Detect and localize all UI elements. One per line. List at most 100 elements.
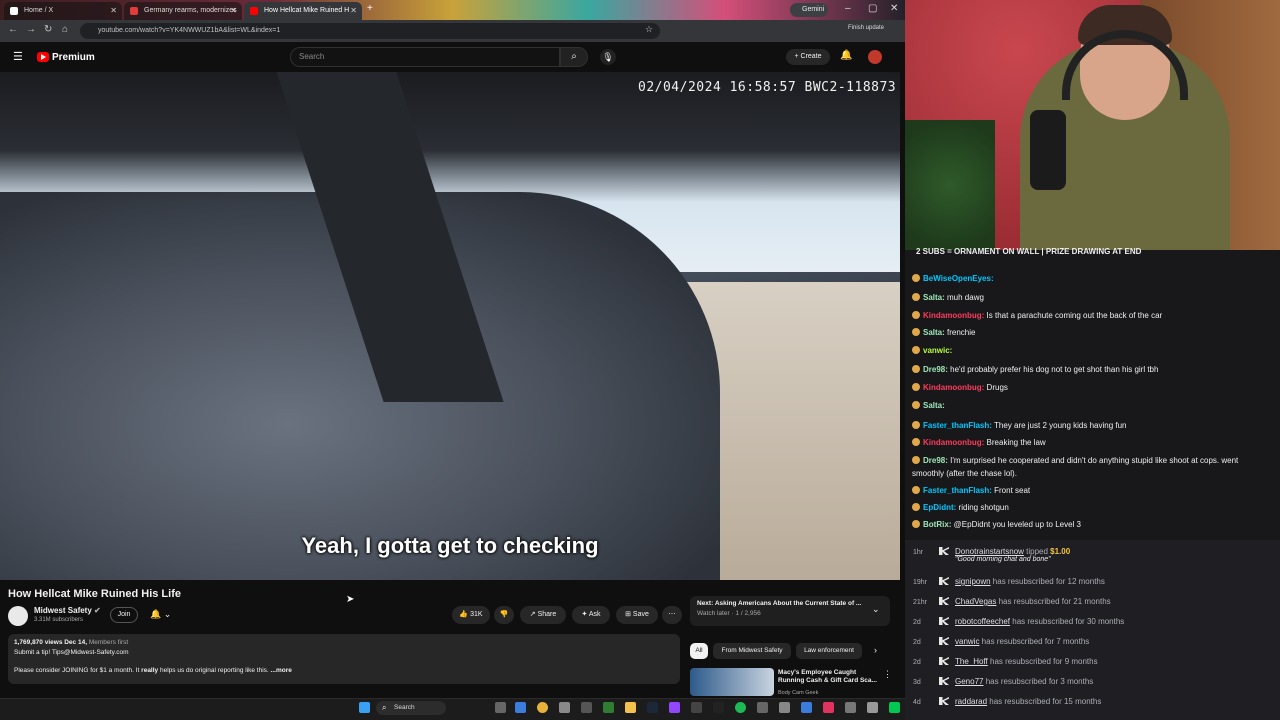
app-icon[interactable] [581, 702, 592, 713]
search-input[interactable]: Search [290, 47, 560, 67]
event-text: has resubscribed for 3 months [983, 677, 1094, 686]
chip-from-midwest-safety[interactable]: From Midwest Safety [713, 643, 791, 659]
taskbar-search-label: Search [394, 704, 415, 711]
chat-username[interactable]: Kindamoonbug: [923, 311, 984, 320]
dislike-icon[interactable]: 👎 [494, 606, 514, 624]
app-icon[interactable] [559, 702, 570, 713]
steam-icon[interactable] [647, 702, 658, 713]
chat-username[interactable]: BotRix: [923, 520, 951, 529]
close-tab-icon[interactable]: ✕ [350, 2, 357, 20]
chat-username[interactable]: Dre98: [923, 365, 948, 374]
chat-username[interactable]: Faster_thanFlash: [923, 421, 992, 430]
chrome-icon[interactable] [537, 702, 548, 713]
subscribed-bell-icon[interactable]: 🔔 ⌄ [150, 609, 171, 620]
chevron-down-icon[interactable]: ⌄ [872, 604, 880, 615]
notifications-bell-icon[interactable]: 🔔 [840, 50, 852, 61]
chip-all[interactable]: All [690, 643, 708, 659]
chat-username[interactable]: Kindamoonbug: [923, 383, 984, 392]
finish-update-button[interactable]: Finish update [848, 25, 884, 31]
event-username[interactable]: Donotrainstartsnow [955, 547, 1024, 556]
tab-hellcat-mike[interactable]: How Hellcat Mike Ruined H ✕ [244, 2, 362, 20]
chat-username[interactable]: vanwic: [923, 346, 952, 355]
chat-username[interactable]: Salta: [923, 401, 945, 410]
event-username[interactable]: ChadVegas [955, 597, 996, 606]
event-username[interactable]: vanwic [955, 637, 979, 646]
app-icon[interactable] [691, 702, 702, 713]
close-tab-icon[interactable]: ✕ [110, 2, 117, 20]
chat-username[interactable]: Salta: [923, 293, 945, 302]
share-button[interactable]: ↗ Share [520, 606, 566, 624]
forward-icon[interactable]: → [26, 24, 36, 35]
chat-username[interactable]: Dre98: [923, 456, 948, 465]
account-avatar[interactable] [868, 50, 882, 64]
menu-icon[interactable]: ☰ [13, 50, 23, 63]
event-username[interactable]: raddarad [955, 697, 987, 706]
app-icon[interactable] [823, 702, 834, 713]
chat-username[interactable]: BeWiseOpenEyes: [923, 274, 994, 283]
event-username[interactable]: signipown [955, 577, 991, 586]
next-in-playlist[interactable]: Next: Asking Americans About the Current… [690, 596, 890, 626]
channel-name[interactable]: Midwest Safety ✔ [34, 606, 101, 615]
app-icon[interactable] [757, 702, 768, 713]
file-explorer-icon[interactable] [625, 702, 636, 713]
close-window-icon[interactable]: ✕ [890, 3, 898, 14]
save-button[interactable]: ⊞ Save [616, 606, 658, 624]
chat-username[interactable]: Kindamoonbug: [923, 438, 984, 447]
tab-germany-rearms[interactable]: Germany rearms, modernizes ✕ [124, 2, 242, 20]
app-icon[interactable] [669, 702, 680, 713]
spotify-icon[interactable] [735, 702, 746, 713]
app-icon[interactable] [867, 702, 878, 713]
obs-icon[interactable] [713, 702, 724, 713]
recommended-title[interactable]: Macy's Employee Caught Running Cash & Gi… [778, 669, 883, 685]
chat-username[interactable]: Salta: [923, 328, 945, 337]
youtube-favicon-icon [130, 7, 138, 15]
chevron-right-icon[interactable]: › [874, 645, 877, 655]
app-icon[interactable] [845, 702, 856, 713]
new-tab-icon[interactable]: + [367, 3, 373, 14]
event-age: 4d [913, 699, 921, 706]
chat-username[interactable]: Faster_thanFlash: [923, 486, 992, 495]
address-bar[interactable]: youtube.com/watch?v=YK4NWWUZ1bA&list=WL&… [80, 23, 660, 39]
app-icon[interactable] [889, 702, 900, 713]
like-button[interactable]: 👍 31K [452, 606, 490, 624]
event-username[interactable]: Geno77 [955, 677, 983, 686]
event-username[interactable]: The_Hoff [955, 657, 988, 666]
event-text: has resubscribed for 9 months [987, 657, 1098, 666]
show-more-link[interactable]: ...more [271, 667, 292, 674]
edge-icon[interactable] [515, 702, 526, 713]
maximize-icon[interactable]: ▢ [868, 3, 877, 14]
finish-update-label: Finish update [848, 25, 885, 31]
more-actions-icon[interactable]: ⋯ [662, 606, 682, 624]
recommended-thumbnail[interactable] [690, 668, 774, 696]
youtube-logo-icon[interactable] [37, 52, 49, 62]
search-icon[interactable]: ⌕ [560, 47, 588, 67]
task-view-icon[interactable] [495, 702, 506, 713]
chip-law-enforcement[interactable]: Law enforcement [796, 643, 862, 659]
channel-avatar[interactable] [8, 606, 28, 626]
app-icon[interactable] [603, 702, 614, 713]
tab-home-x[interactable]: Home / X ✕ [4, 2, 122, 20]
back-icon[interactable]: ← [8, 24, 18, 35]
create-button[interactable]: + Create [786, 49, 830, 65]
close-tab-icon[interactable]: ✕ [230, 2, 237, 20]
home-icon[interactable]: ⌂ [62, 24, 68, 35]
bookmark-star-icon[interactable]: ☆ [645, 24, 653, 35]
chat-username[interactable]: EpDidnt: [923, 503, 956, 512]
app-icon[interactable] [779, 702, 790, 713]
chat-text: smoothly (after the chase lol). [912, 469, 1017, 478]
windows-start-icon[interactable] [359, 702, 370, 713]
taskbar-search[interactable]: Search [376, 701, 446, 715]
ask-button[interactable]: ✦ Ask [572, 606, 610, 624]
youtube-premium-logo[interactable]: Premium [52, 52, 95, 63]
app-icon[interactable] [801, 702, 812, 713]
kick-icon [939, 577, 949, 585]
video-player[interactable] [0, 72, 900, 580]
event-username[interactable]: robotcoffeechef [955, 617, 1010, 626]
minimize-icon[interactable]: – [845, 3, 851, 14]
join-button[interactable]: Join [110, 607, 138, 623]
reload-icon[interactable]: ↻ [44, 24, 52, 35]
gemini-button[interactable]: Gemini [790, 3, 828, 17]
video-description[interactable]: 1,769,870 views Dec 14, Members first Su… [8, 634, 680, 684]
microphone-icon[interactable]: 🎙 [600, 49, 616, 65]
more-options-icon[interactable]: ⋮ [883, 669, 892, 680]
